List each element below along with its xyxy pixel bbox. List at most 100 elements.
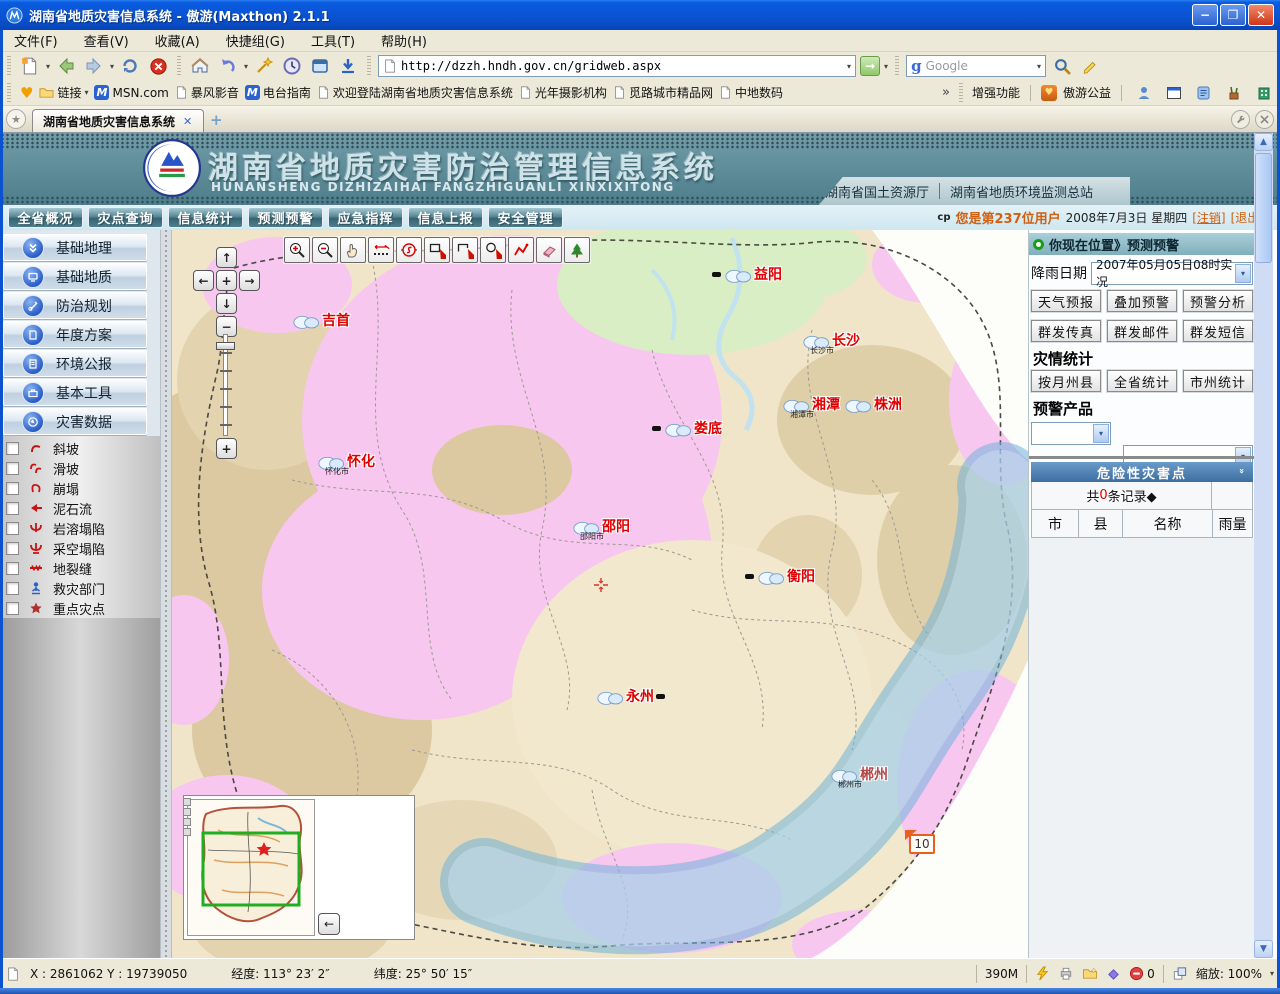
rect-select-icon[interactable] [452, 237, 478, 263]
pan-right-button[interactable]: → [239, 270, 260, 291]
clean-eraser-icon[interactable] [1106, 966, 1121, 981]
url-text[interactable]: http://dzzh.hndh.gov.cn/gridweb.aspx [401, 59, 843, 73]
toolbar-grip[interactable] [367, 56, 371, 76]
nav-tab-emergency[interactable]: 应急指挥 [328, 207, 403, 228]
printer-icon[interactable] [1058, 966, 1074, 981]
new-page-caret[interactable]: ▾ [46, 62, 50, 71]
rain-date-select[interactable]: 2007年05月05日08时实况 ▾ [1091, 262, 1253, 285]
maxthon-charity-link[interactable]: 傲游公益 [1063, 84, 1111, 101]
weather-forecast-button[interactable]: 天气预报 [1031, 290, 1101, 312]
collapse-checkbox[interactable] [6, 482, 19, 495]
restore-button[interactable]: ❐ [1220, 4, 1246, 26]
city-marker-huaihua[interactable]: 怀化 怀化市 [317, 451, 375, 471]
menu-help[interactable]: 帮助(H) [381, 31, 427, 50]
bookmark-city-boutique[interactable]: 觅路城市精品网 [613, 84, 713, 101]
city-marker-yongzhou[interactable]: 永州 [596, 686, 666, 706]
pan-up-button[interactable]: ↑ [216, 247, 237, 268]
history-caret[interactable]: ▾ [110, 62, 114, 71]
city-marker-yiyang[interactable]: 益阳 [712, 264, 782, 284]
eraser-icon[interactable] [536, 237, 562, 263]
sidebar-section-environment-bulletin[interactable]: 环境公报 [3, 350, 147, 377]
nav-tab-info-stats[interactable]: 信息统计 [168, 207, 243, 228]
go-button[interactable]: → [860, 56, 880, 76]
sidebar-section-basic-geology[interactable]: 基础地质 [3, 263, 147, 290]
popup-blocker-icon[interactable] [1129, 966, 1144, 981]
bookmarks-grip[interactable] [7, 83, 11, 103]
maxthon-charity-icon[interactable]: ♥ [1041, 85, 1057, 101]
product-type-select[interactable]: ▾ [1031, 422, 1111, 445]
sidebar-splitter[interactable] [160, 230, 172, 958]
undo-caret[interactable]: ▾ [244, 62, 248, 71]
overview-map[interactable] [187, 799, 315, 936]
zoom-in-icon[interactable] [284, 237, 310, 263]
url-history-caret[interactable]: ▾ [847, 62, 851, 71]
home-icon[interactable] [188, 54, 212, 78]
resize-page-icon[interactable] [1172, 966, 1188, 981]
overlay-warning-button[interactable]: 叠加预警 [1107, 290, 1177, 312]
pan-center-button[interactable]: + [216, 270, 237, 291]
rect-zoom-icon[interactable] [424, 237, 450, 263]
full-extent-tree-icon[interactable] [564, 237, 590, 263]
sidebar-section-basic-geography[interactable]: 基础地理 [3, 234, 147, 261]
magic-wand-icon[interactable] [252, 54, 276, 78]
scroll-up-icon[interactable]: ▲ [1254, 133, 1273, 151]
city-marker-chenzhou[interactable]: 郴州 郴州市 [830, 764, 888, 784]
bookmark-radio-guide[interactable]: M电台指南 [245, 84, 311, 101]
back-icon[interactable] [54, 54, 78, 78]
window-icon[interactable] [1162, 81, 1186, 105]
city-stats-button[interactable]: 市州统计 [1183, 370, 1253, 392]
bookmarks-grip[interactable] [959, 83, 963, 103]
undo-icon[interactable] [216, 54, 240, 78]
pan-hand-icon[interactable] [340, 237, 366, 263]
draw-line-icon[interactable] [508, 237, 534, 263]
menu-file[interactable]: 文件(F) [14, 31, 58, 50]
building-icon[interactable] [1252, 81, 1276, 105]
bookmark-msn[interactable]: MMSN.com [94, 85, 168, 100]
city-marker-jishou[interactable]: 吉首 [292, 310, 350, 330]
toolbar-grip[interactable] [177, 56, 181, 76]
zoom-slider-plus-button[interactable]: + [216, 438, 237, 459]
tab-bar-close-icon[interactable] [1255, 110, 1274, 129]
bookmark-links-folder[interactable]: 链接▾ [39, 84, 88, 101]
history-clock-icon[interactable] [280, 54, 304, 78]
scale-icon[interactable] [396, 237, 422, 263]
pan-left-button[interactable]: ← [193, 270, 214, 291]
scroll-down-icon[interactable]: ▼ [1254, 940, 1273, 958]
notes-icon[interactable] [1192, 81, 1216, 105]
ground-fissure-checkbox[interactable] [6, 562, 19, 575]
rescue-dept-checkbox[interactable] [6, 582, 19, 595]
boost-lightning-icon[interactable] [1035, 966, 1050, 981]
page-scrollbar[interactable]: ▲ ▼ [1254, 133, 1273, 958]
monthly-stats-button[interactable]: 按月州县 [1031, 370, 1101, 392]
search-engine-label[interactable]: Google [926, 59, 1033, 73]
mass-email-button[interactable]: 群发邮件 [1107, 320, 1177, 342]
province-stats-button[interactable]: 全省统计 [1107, 370, 1177, 392]
bookmark-photo-studio[interactable]: 光年摄影机构 [519, 84, 607, 101]
karst-collapse-checkbox[interactable] [6, 522, 19, 535]
nav-tab-overview[interactable]: 全省概况 [8, 207, 83, 228]
toolbar-grip[interactable] [7, 56, 11, 76]
enhance-features-link[interactable]: 增强功能 [972, 84, 1020, 101]
overview-mini-buttons[interactable] [183, 798, 191, 836]
bookmark-zhongdi[interactable]: 中地数码 [719, 84, 783, 101]
pan-down-button[interactable]: ↓ [216, 293, 237, 314]
debris-flow-checkbox[interactable] [6, 502, 19, 515]
scrollbar-thumb[interactable] [1255, 153, 1272, 263]
menu-groups[interactable]: 快捷组(G) [226, 31, 285, 50]
map-viewport[interactable]: ↑ ← + → ↓ − + 吉首 益阳 [172, 230, 1028, 958]
nav-tab-forecast-warning[interactable]: 预测预警 [248, 207, 323, 228]
city-marker-zhuzhou[interactable]: 株洲 [844, 394, 902, 414]
bookmark-storm-player[interactable]: 暴风影音 [175, 84, 239, 101]
city-marker-loudi[interactable]: 娄底 [652, 418, 722, 438]
new-window-icon[interactable] [1082, 966, 1098, 981]
select-arrow-icon[interactable]: ▾ [1235, 264, 1251, 283]
logout-link[interactable]: [注销] [1192, 209, 1225, 226]
bookmarks-overflow-icon[interactable]: » [942, 85, 950, 100]
stop-icon[interactable] [146, 54, 170, 78]
menu-tools[interactable]: 工具(T) [311, 31, 355, 50]
city-marker-xiangtan[interactable]: 湘潭 湘潭市 [782, 394, 840, 414]
city-marker-hengyang[interactable]: 衡阳 [745, 566, 815, 586]
address-bar[interactable]: http://dzzh.hndh.gov.cn/gridweb.aspx ▾ [378, 55, 856, 77]
rainfall-flag-marker[interactable]: 10 [905, 830, 935, 854]
collapse-chevrons-icon[interactable]: » [1236, 468, 1246, 476]
